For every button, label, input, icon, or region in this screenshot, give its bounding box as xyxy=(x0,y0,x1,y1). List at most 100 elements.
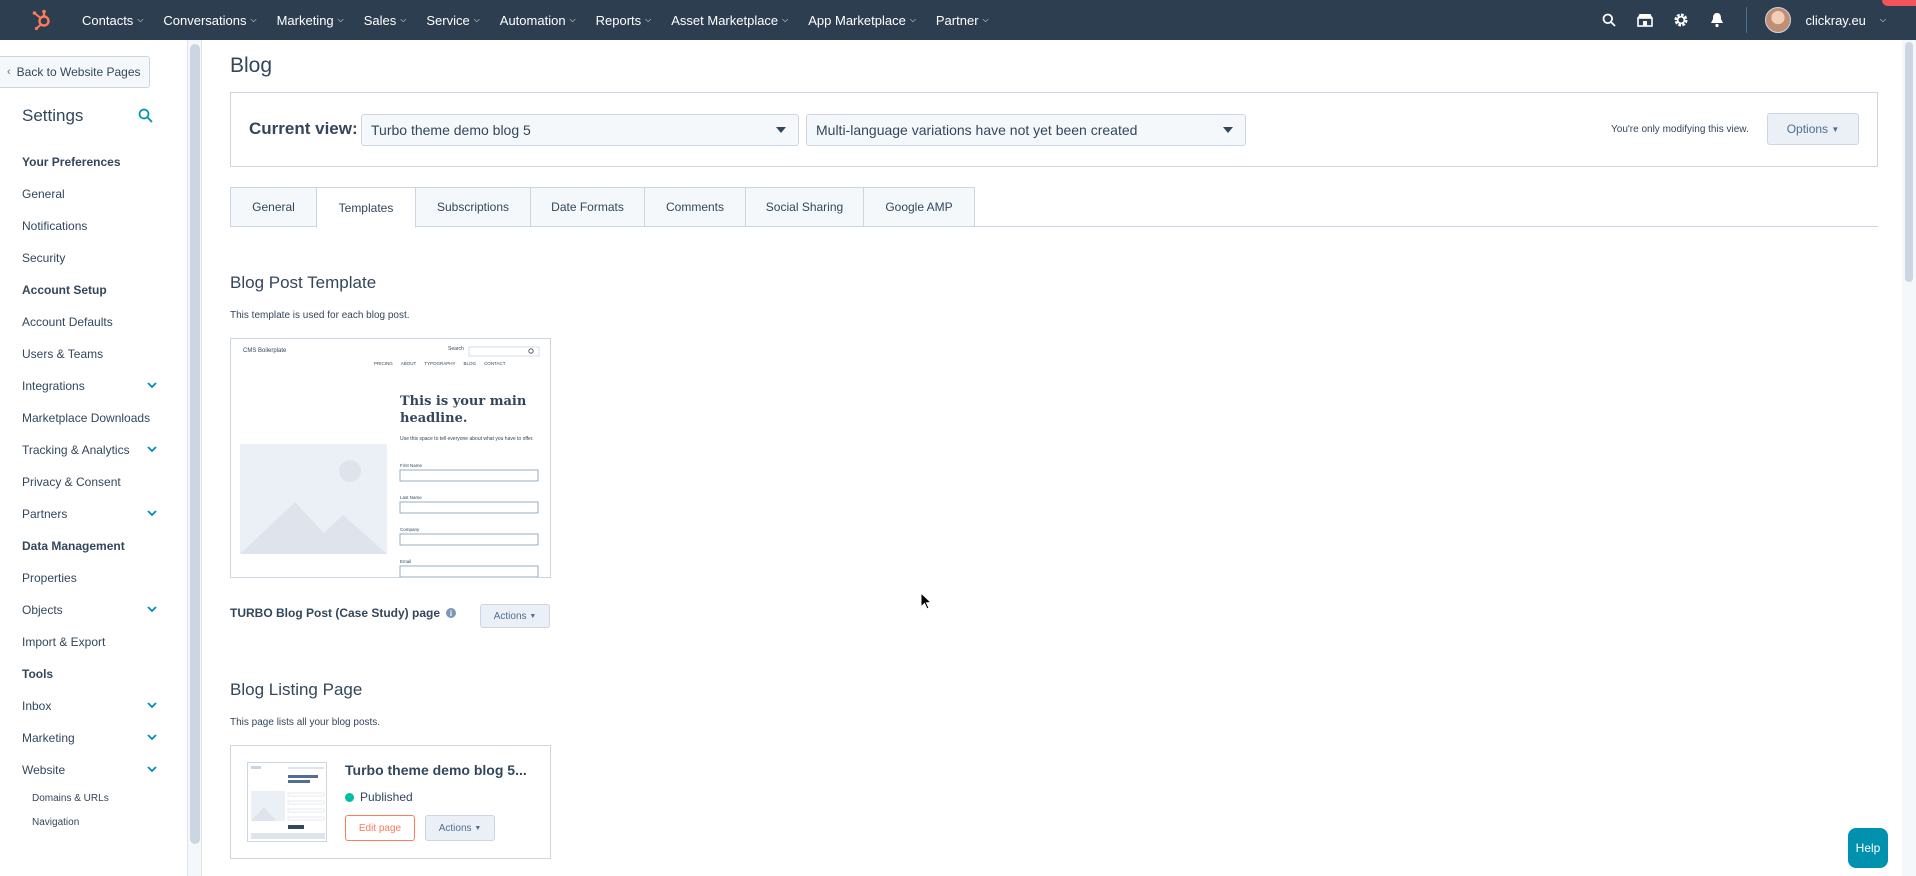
chevron-left-icon: ‹ xyxy=(7,66,11,78)
listing-page-card: Turbo theme demo blog 5... Published Edi… xyxy=(230,745,551,859)
nav-conversations[interactable]: Conversations ⌵ xyxy=(153,13,266,28)
sidebar-section-data-management: Data Management xyxy=(22,539,125,553)
sidebar-item-general[interactable]: General xyxy=(22,178,157,210)
chevron-down-icon[interactable] xyxy=(147,701,157,712)
sidebar-item-import-and-export[interactable]: Import & Export xyxy=(22,626,157,658)
help-button[interactable]: Help xyxy=(1848,828,1888,868)
chevron-down-icon[interactable] xyxy=(147,445,157,456)
main-content: Blog Current view: Turbo theme demo blog… xyxy=(202,40,1902,876)
listing-page-heading: Blog Listing Page xyxy=(230,680,363,699)
page-scrollbar-thumb[interactable] xyxy=(1905,42,1913,282)
chevron-down-icon[interactable] xyxy=(147,509,157,520)
sidebar-item-label: Privacy & Consent xyxy=(22,475,121,489)
post-template-heading: Blog Post Template xyxy=(230,273,377,292)
caret-down-icon: ▼ xyxy=(1831,124,1840,134)
listing-page-thumbnail[interactable] xyxy=(247,762,327,842)
post-template-actions-button[interactable]: Actions ▼ xyxy=(480,604,550,628)
sidebar-item-objects[interactable]: Objects xyxy=(22,594,157,626)
nav-automation[interactable]: Automation ⌵ xyxy=(490,13,586,28)
edit-page-button[interactable]: Edit page xyxy=(345,815,415,841)
bell-icon[interactable] xyxy=(1706,9,1728,31)
sidebar-item-partners[interactable]: Partners xyxy=(22,498,157,530)
sidebar-item-inbox[interactable]: Inbox xyxy=(22,690,157,722)
sidebar-item-label: General xyxy=(22,187,65,201)
chevron-down-icon[interactable] xyxy=(147,381,157,392)
caret-down-icon xyxy=(776,127,786,133)
nav-service[interactable]: Service ⌵ xyxy=(416,13,489,28)
sidebar-item-label: Users & Teams xyxy=(22,347,104,361)
caret-down-icon: ⌵ xyxy=(569,15,576,24)
sidebar-item-security[interactable]: Security xyxy=(22,242,157,274)
avatar[interactable] xyxy=(1765,7,1792,33)
top-navigation: Contacts ⌵ Conversations ⌵ Marketing ⌵ Sale… xyxy=(0,0,1916,40)
sidebar-item-label: Import & Export xyxy=(22,635,106,649)
sidebar-section-account-setup: Account Setup xyxy=(22,283,107,297)
sidebar-item-marketing[interactable]: Marketing xyxy=(22,722,157,754)
post-template-preview[interactable]: CMS Boilerplate Search PRICING ABOUT TYP… xyxy=(230,338,551,578)
sidebar-scrollbar-thumb[interactable] xyxy=(190,44,200,844)
sidebar-subitem-navigation[interactable]: Navigation xyxy=(22,810,157,834)
sidebar-item-label: Properties xyxy=(22,571,77,585)
mouse-cursor-icon xyxy=(920,591,933,615)
nav-marketing[interactable]: Marketing ⌵ xyxy=(267,13,354,28)
hubspot-logo-icon[interactable] xyxy=(22,0,62,40)
preview-field-label: Company xyxy=(400,527,420,532)
chevron-down-icon[interactable] xyxy=(147,765,157,776)
sidebar-item-notifications[interactable]: Notifications xyxy=(22,210,157,242)
tab-subscriptions[interactable]: Subscriptions xyxy=(415,187,531,227)
caret-down-icon[interactable]: ⌵ xyxy=(1880,15,1886,25)
options-button[interactable]: Options ▼ xyxy=(1767,113,1859,145)
caret-down-icon: ⌵ xyxy=(337,15,344,24)
tab-general[interactable]: General xyxy=(230,187,317,227)
marketplace-icon[interactable] xyxy=(1634,9,1656,31)
settings-title: Settings xyxy=(22,106,84,125)
sidebar-item-privacy-and-consent[interactable]: Privacy & Consent xyxy=(22,466,157,498)
nav-sales[interactable]: Sales ⌵ xyxy=(354,13,417,28)
sidebar-item-users-and-teams[interactable]: Users & Teams xyxy=(22,338,157,370)
sidebar-scrollbar[interactable] xyxy=(188,40,202,876)
sidebar-item-properties[interactable]: Properties xyxy=(22,562,157,594)
listing-page-title[interactable]: Turbo theme demo blog 5... xyxy=(345,762,527,778)
search-icon[interactable] xyxy=(138,108,153,128)
back-to-website-pages-button[interactable]: ‹ Back to Website Pages xyxy=(0,56,150,88)
nav-app-marketplace[interactable]: App Marketplace ⌵ xyxy=(798,13,926,28)
tab-google-amp[interactable]: Google AMP xyxy=(863,187,975,227)
tab-social-sharing[interactable]: Social Sharing xyxy=(745,187,864,227)
nav-asset-marketplace[interactable]: Asset Marketplace ⌵ xyxy=(661,13,798,28)
nav-contacts[interactable]: Contacts ⌵ xyxy=(72,13,153,28)
sidebar-item-label: Marketplace Downloads xyxy=(22,411,151,425)
sidebar-item-account-defaults[interactable]: Account Defaults xyxy=(22,306,157,338)
tab-templates[interactable]: Templates xyxy=(316,187,416,228)
preview-brand: CMS Boilerplate xyxy=(243,348,287,354)
gear-icon[interactable] xyxy=(1670,9,1692,31)
language-select[interactable]: Multi-language variations have not yet b… xyxy=(806,114,1246,146)
preview-nav: PRICING ABOUT TYPOGRAPHY BLOG CONTACT xyxy=(374,361,506,366)
caret-down-icon xyxy=(1223,127,1233,133)
preview-field-label: First Name xyxy=(400,463,423,468)
sidebar-item-integrations[interactable]: Integrations xyxy=(22,370,157,402)
listing-actions-button[interactable]: Actions ▼ xyxy=(425,815,495,841)
blog-select[interactable]: Turbo theme demo blog 5 xyxy=(361,114,799,146)
account-name[interactable]: clickray.eu xyxy=(1805,13,1865,28)
info-icon[interactable]: i xyxy=(446,608,457,618)
sidebar-item-marketplace-downloads[interactable]: Marketplace Downloads xyxy=(22,402,157,434)
chevron-down-icon[interactable] xyxy=(147,605,157,616)
tab-comments[interactable]: Comments xyxy=(644,187,746,227)
sidebar-item-label: Tracking & Analytics xyxy=(22,443,130,457)
nav-partner[interactable]: Partner ⌵ xyxy=(926,13,999,28)
page-title: Blog xyxy=(230,54,273,77)
search-icon[interactable] xyxy=(1598,9,1620,31)
sidebar-item-tracking-and-analytics[interactable]: Tracking & Analytics xyxy=(22,434,157,466)
caret-down-icon: ⌵ xyxy=(982,15,989,24)
preview-subtext: Use this space to tell everyone about wh… xyxy=(400,436,534,442)
page-scrollbar[interactable] xyxy=(1902,40,1916,876)
preview-field-label: Last Name xyxy=(400,495,422,500)
nav-reports[interactable]: Reports ⌵ xyxy=(586,13,662,28)
sidebar-item-website[interactable]: Website xyxy=(22,754,157,786)
view-scope-note: You're only modifying this view. xyxy=(1611,124,1749,135)
caret-down-icon: ▼ xyxy=(474,824,482,832)
chevron-down-icon[interactable] xyxy=(147,733,157,744)
listing-page-description: This page lists all your blog posts. xyxy=(230,717,381,728)
sidebar-subitem-domains-and-urls[interactable]: Domains & URLs xyxy=(22,786,157,810)
tab-date-formats[interactable]: Date Formats xyxy=(530,187,645,227)
